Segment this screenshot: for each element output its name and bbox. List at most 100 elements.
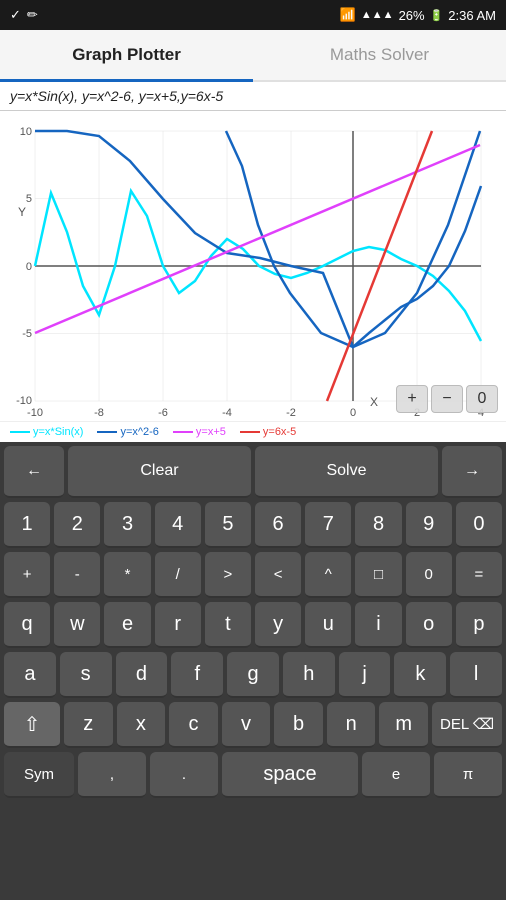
keyboard-area: ← Clear Solve → 1 2 3 4 5 6 7 8 9 0 + - … — [0, 442, 506, 900]
svg-text:-2: -2 — [286, 407, 296, 419]
edit-icon: ✏ — [27, 7, 38, 23]
symbol-row: + - * / > < ^ □ 0 = — [4, 552, 502, 598]
key-u[interactable]: u — [305, 602, 351, 648]
key-x[interactable]: x — [117, 702, 166, 748]
key-d[interactable]: d — [116, 652, 168, 698]
shift-key[interactable]: ⇧ — [4, 702, 60, 748]
svg-text:-10: -10 — [27, 407, 43, 419]
key-t[interactable]: t — [205, 602, 251, 648]
key-c[interactable]: c — [169, 702, 218, 748]
key-z[interactable]: z — [64, 702, 113, 748]
svg-text:Y: Y — [18, 205, 26, 219]
key-comma[interactable]: , — [78, 752, 146, 798]
svg-text:0: 0 — [26, 261, 32, 273]
svg-text:0: 0 — [350, 407, 356, 419]
key-divide[interactable]: / — [155, 552, 201, 598]
back-arrow-button[interactable]: ← — [4, 446, 64, 498]
svg-text:10: 10 — [20, 126, 32, 138]
key-j[interactable]: j — [339, 652, 391, 698]
key-i[interactable]: i — [355, 602, 401, 648]
sym-key[interactable]: Sym — [4, 752, 74, 798]
key-y[interactable]: y — [255, 602, 301, 648]
key-r[interactable]: r — [155, 602, 201, 648]
zoom-out-button[interactable]: − — [431, 385, 463, 413]
key-period[interactable]: . — [150, 752, 218, 798]
zoom-in-button[interactable]: + — [396, 385, 428, 413]
tab-bar: Graph Plotter Maths Solver — [0, 30, 506, 82]
legend-item-linear2: y=6x-5 — [240, 426, 296, 438]
key-2[interactable]: 2 — [54, 502, 100, 548]
key-caret[interactable]: ^ — [305, 552, 351, 598]
key-3[interactable]: 3 — [104, 502, 150, 548]
tab-graph-plotter[interactable]: Graph Plotter — [0, 30, 253, 80]
space-key[interactable]: space — [222, 752, 358, 798]
time: 2:36 AM — [448, 8, 496, 23]
key-l[interactable]: l — [450, 652, 502, 698]
solve-button[interactable]: Solve — [255, 446, 438, 498]
key-a[interactable]: a — [4, 652, 56, 698]
key-gt[interactable]: > — [205, 552, 251, 598]
signal-icon: ▲▲▲ — [361, 9, 394, 21]
check-icon: ✓ — [10, 7, 21, 23]
zoom-reset-button[interactable]: 0 — [466, 385, 498, 413]
qwerty-row2: a s d f g h j k l — [4, 652, 502, 698]
wifi-icon: 📶 — [340, 7, 356, 23]
key-pi[interactable]: π — [434, 752, 502, 798]
key-h[interactable]: h — [283, 652, 335, 698]
key-8[interactable]: 8 — [355, 502, 401, 548]
key-9[interactable]: 9 — [406, 502, 452, 548]
key-f[interactable]: f — [171, 652, 223, 698]
key-lt[interactable]: < — [255, 552, 301, 598]
key-n[interactable]: n — [327, 702, 376, 748]
legend-item-quad: y=x^2-6 — [97, 426, 158, 438]
key-v[interactable]: v — [222, 702, 271, 748]
svg-text:-5: -5 — [22, 328, 32, 340]
svg-text:-10: -10 — [16, 395, 32, 407]
key-4[interactable]: 4 — [155, 502, 201, 548]
legend-bar: y=x*Sin(x) y=x^2-6 y=x+5 y=6x-5 — [0, 421, 506, 442]
key-7[interactable]: 7 — [305, 502, 351, 548]
key-euler[interactable]: e — [362, 752, 430, 798]
delete-key[interactable]: DEL ⌫ — [432, 702, 502, 748]
key-minus[interactable]: - — [54, 552, 100, 598]
status-left: ✓ ✏ — [10, 7, 38, 23]
key-m[interactable]: m — [379, 702, 428, 748]
svg-text:5: 5 — [26, 193, 32, 205]
qwerty-row3: ⇧ z x c v b n m DEL ⌫ — [4, 702, 502, 748]
key-0[interactable]: 0 — [456, 502, 502, 548]
key-q[interactable]: q — [4, 602, 50, 648]
key-e[interactable]: e — [104, 602, 150, 648]
key-o[interactable]: o — [406, 602, 452, 648]
number-row: 1 2 3 4 5 6 7 8 9 0 — [4, 502, 502, 548]
graph-area[interactable]: -10 -8 -6 -4 -2 0 2 4 10 5 0 -5 -10 X Y — [0, 111, 506, 421]
key-p[interactable]: p — [456, 602, 502, 648]
action-row: ← Clear Solve → — [4, 446, 502, 498]
key-b[interactable]: b — [274, 702, 323, 748]
key-box[interactable]: □ — [355, 552, 401, 598]
svg-text:X: X — [370, 395, 378, 409]
key-k[interactable]: k — [394, 652, 446, 698]
clear-button[interactable]: Clear — [68, 446, 251, 498]
key-s[interactable]: s — [60, 652, 112, 698]
key-6[interactable]: 6 — [255, 502, 301, 548]
key-plus[interactable]: + — [4, 552, 50, 598]
forward-arrow-button[interactable]: → — [442, 446, 502, 498]
key-multiply[interactable]: * — [104, 552, 150, 598]
key-g[interactable]: g — [227, 652, 279, 698]
svg-text:-6: -6 — [158, 407, 168, 419]
key-equals[interactable]: = — [456, 552, 502, 598]
key-zero-sym[interactable]: 0 — [406, 552, 452, 598]
bottom-row: Sym , . space e π — [4, 752, 502, 798]
key-w[interactable]: w — [54, 602, 100, 648]
svg-text:-8: -8 — [94, 407, 104, 419]
zoom-controls: + − 0 — [396, 385, 498, 413]
tab-maths-solver[interactable]: Maths Solver — [253, 30, 506, 80]
equation-bar: y=x*Sin(x), y=x^2-6, y=x+5,y=6x-5 — [0, 82, 506, 111]
battery-icon: 🔋 — [430, 9, 444, 22]
qwerty-row1: q w e r t y u i o p — [4, 602, 502, 648]
key-1[interactable]: 1 — [4, 502, 50, 548]
legend-item-sin: y=x*Sin(x) — [10, 426, 83, 438]
key-5[interactable]: 5 — [205, 502, 251, 548]
graph-svg: -10 -8 -6 -4 -2 0 2 4 10 5 0 -5 -10 X Y — [0, 111, 506, 421]
battery-percent: 26% — [399, 8, 425, 23]
